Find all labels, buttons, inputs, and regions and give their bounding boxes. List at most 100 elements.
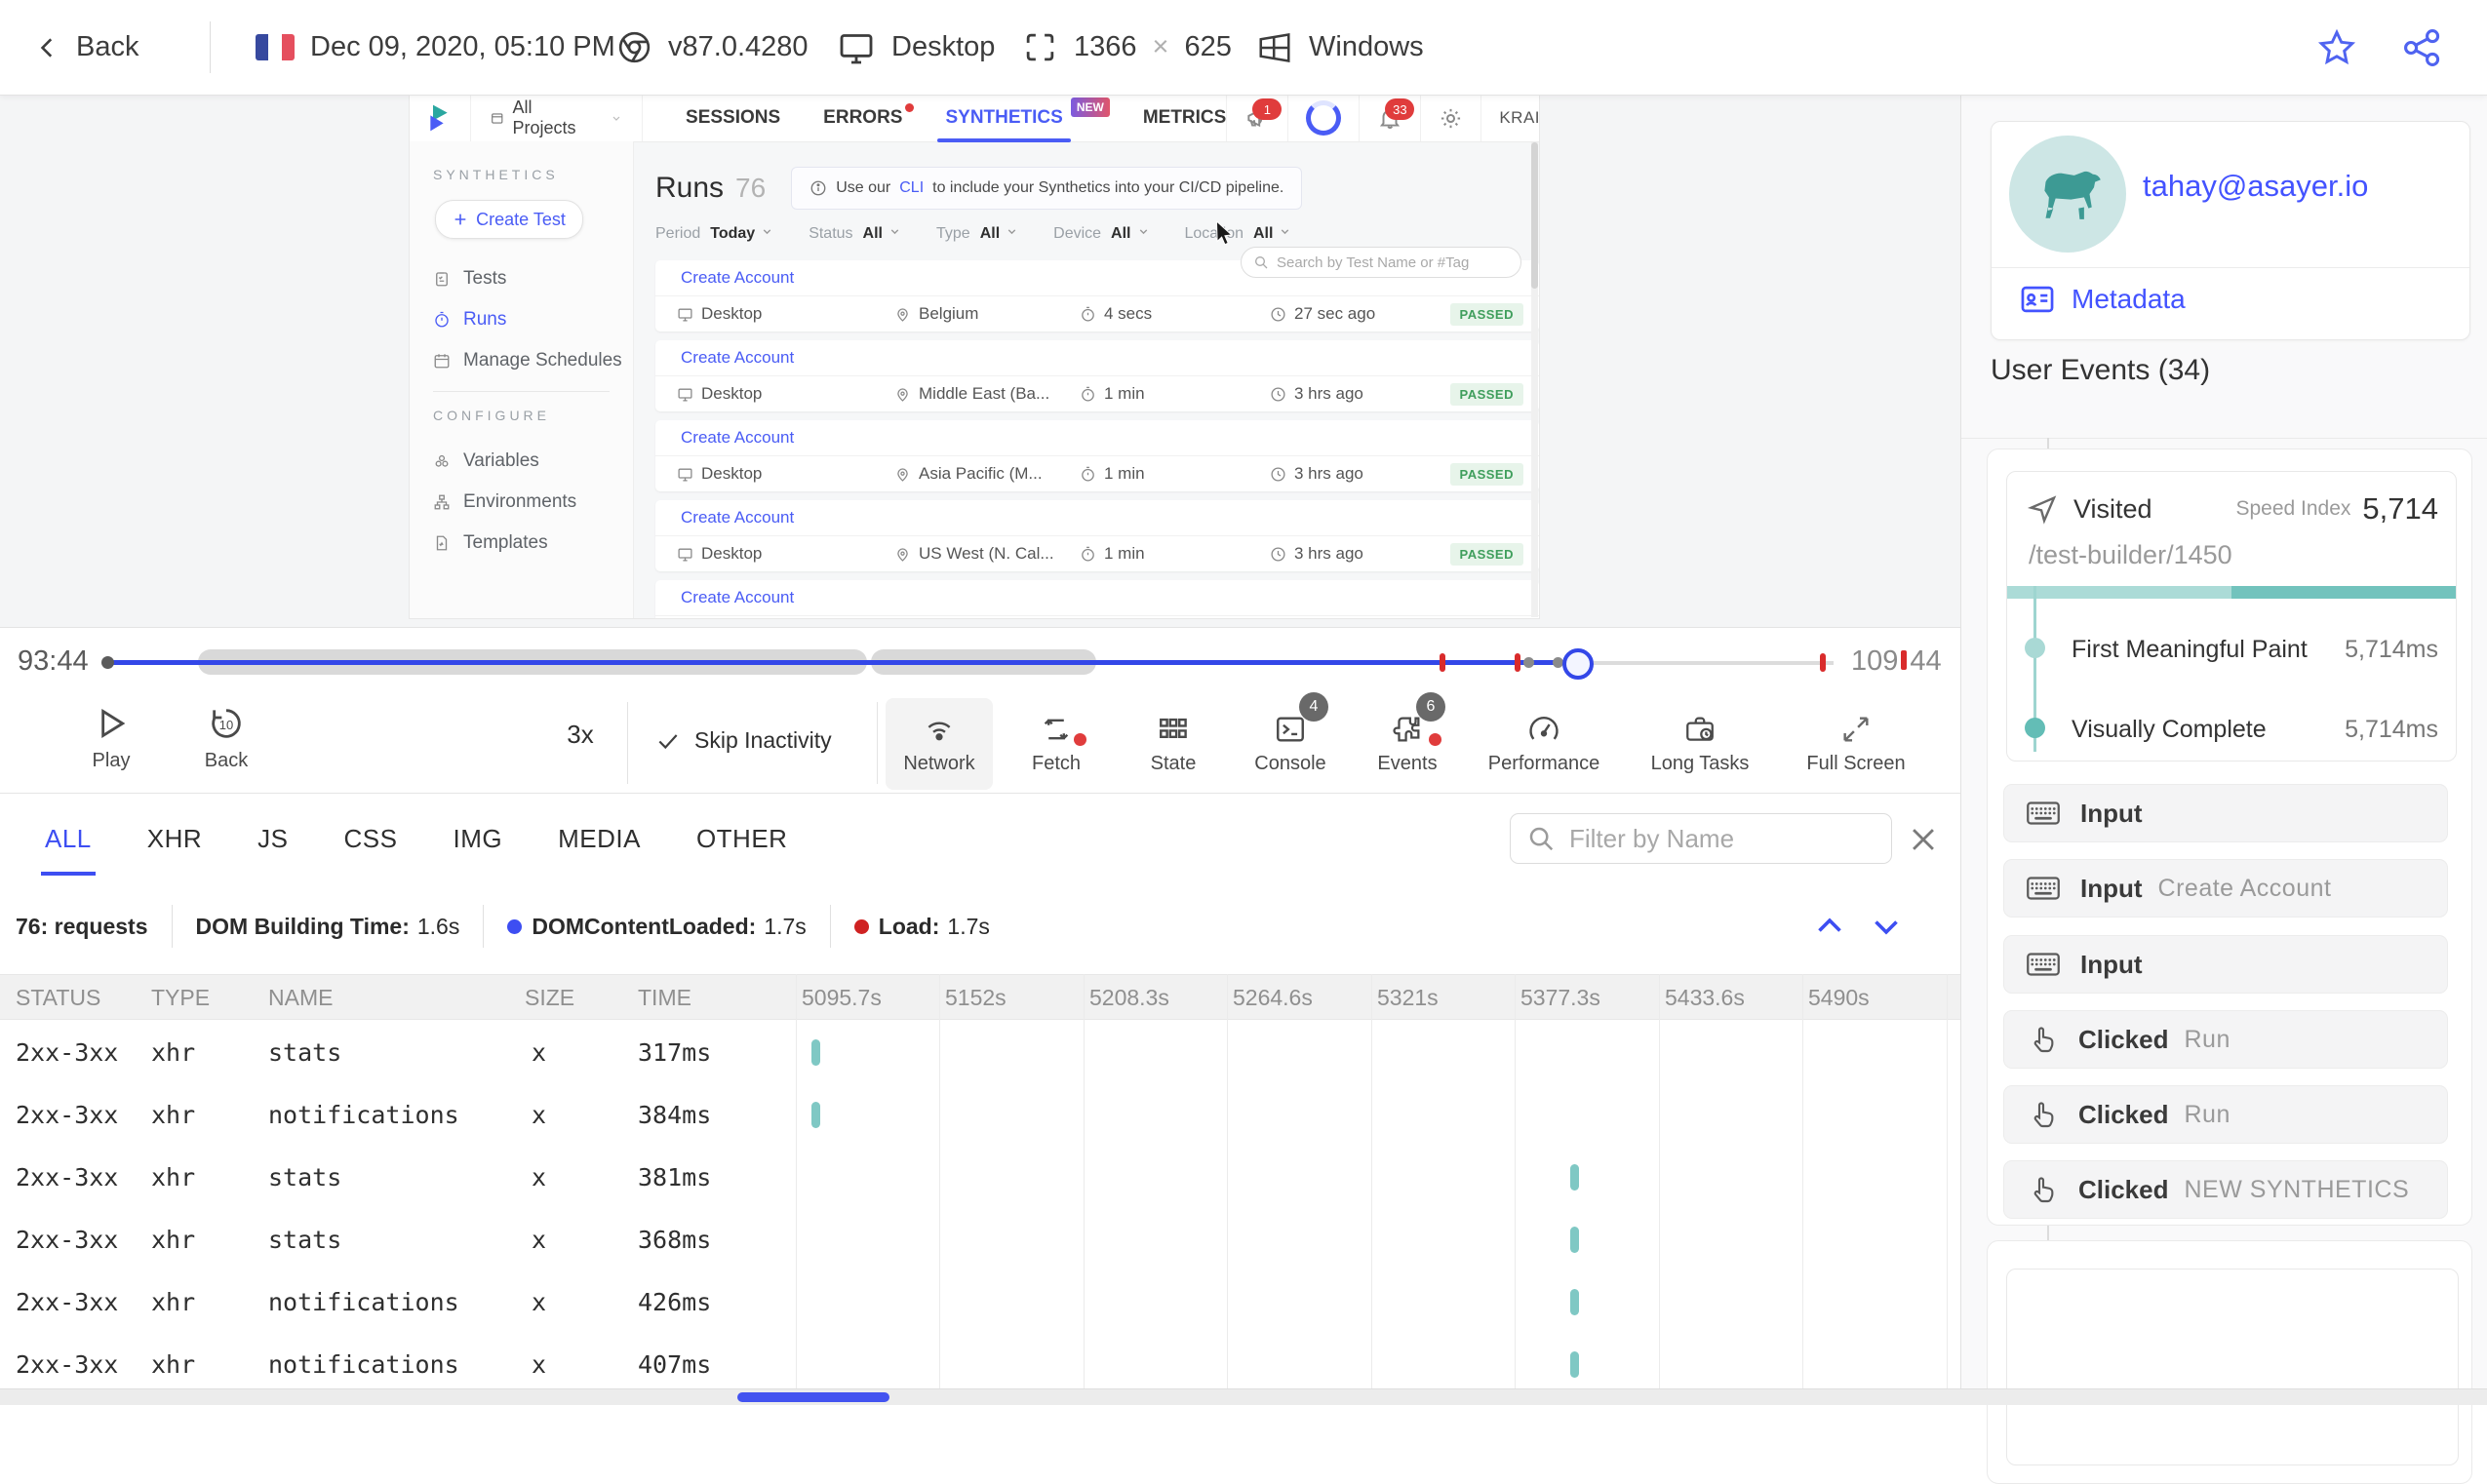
run-card[interactable]: Create Account Desktop Canada (Central) … — [655, 580, 1539, 618]
filter-status[interactable]: Status All — [809, 225, 901, 243]
run-title[interactable]: Create Account — [655, 580, 1539, 616]
avatar — [2009, 136, 2126, 253]
event-marker-red[interactable] — [1440, 653, 1445, 672]
share-button[interactable] — [2401, 0, 2444, 95]
back-button[interactable]: Back — [35, 0, 138, 95]
tab-all[interactable]: ALL — [41, 824, 96, 876]
tab-errors[interactable]: ERRORS — [823, 103, 915, 129]
performance-panel-button[interactable]: Performance — [1471, 698, 1617, 790]
network-panel-button[interactable]: Network — [886, 698, 993, 790]
player-timeline[interactable]: 93:44 109 44 — [0, 628, 1960, 696]
tab-js[interactable]: JS — [257, 824, 288, 854]
tab-img[interactable]: IMG — [453, 824, 502, 854]
favorite-button[interactable] — [2315, 0, 2358, 95]
settings-button[interactable] — [1420, 95, 1480, 141]
close-panel-button[interactable] — [1907, 823, 1940, 856]
tab-media[interactable]: MEDIA — [558, 824, 641, 854]
visited-event-card[interactable]: Visited Speed Index 5,714 /test-builder/… — [2006, 471, 2457, 762]
sidebar-item-tests[interactable]: Tests — [433, 258, 633, 299]
run-card[interactable]: Create Account Desktop Middle East (Ba..… — [655, 340, 1539, 411]
console-panel-button[interactable]: Console 4 — [1237, 692, 1344, 790]
tab-css[interactable]: CSS — [344, 824, 398, 854]
announcements-button[interactable]: 1 — [1226, 95, 1287, 141]
play-button[interactable]: Play — [72, 704, 150, 772]
event-item-input[interactable]: Input — [2003, 935, 2448, 994]
event-marker-gray[interactable] — [1523, 657, 1534, 668]
filter-by-name-field[interactable] — [1510, 813, 1892, 864]
horizontal-scrollbar[interactable] — [0, 1388, 2487, 1405]
skip-inactivity-toggle[interactable]: Skip Inactivity — [655, 727, 832, 754]
runs-title: Runs — [655, 172, 725, 204]
event-item-clicked[interactable]: Clicked NEW SYNTHETICS — [2003, 1160, 2448, 1219]
filter-period[interactable]: Period Today — [655, 225, 773, 243]
run-location: US West (N. Cal... — [919, 544, 1054, 563]
network-row[interactable]: 2xx-3xx xhr stats x 317ms — [0, 1021, 1960, 1083]
cli-link[interactable]: CLI — [899, 179, 924, 197]
sidebar-item-runs[interactable]: Runs — [433, 299, 633, 340]
event-marker-red[interactable] — [1820, 653, 1826, 672]
fullscreen-button[interactable]: Full Screen — [1783, 698, 1929, 790]
create-test-button[interactable]: Create Test — [435, 200, 583, 239]
user-menu[interactable]: KRAIEM — [1480, 95, 1539, 141]
waterfall-mark — [811, 1039, 820, 1066]
metadata-button[interactable]: Metadata — [2019, 281, 2186, 318]
jump-prev-button[interactable] — [1812, 909, 1847, 944]
col-t0: 5095.7s — [802, 985, 882, 1010]
filter-device[interactable]: Device All — [1053, 225, 1149, 243]
network-row[interactable]: 2xx-3xx xhr stats x 381ms — [0, 1146, 1960, 1208]
timeline-remaining[interactable] — [1577, 661, 1834, 665]
event-item-input[interactable]: Input — [2003, 784, 2448, 842]
pointer-hand-icon — [2033, 1027, 2054, 1053]
run-card[interactable]: Create Account Desktop US West (N. Cal..… — [655, 500, 1539, 571]
run-title[interactable]: Create Account — [655, 500, 1539, 536]
network-row[interactable]: 2xx-3xx xhr notifications x 384ms — [0, 1083, 1960, 1146]
tab-sessions[interactable]: SESSIONS — [686, 107, 780, 129]
col-name[interactable]: NAME — [268, 975, 333, 1021]
run-card[interactable]: Create Account Desktop Asia Pacific (M..… — [655, 420, 1539, 491]
project-selector[interactable]: All Projects — [470, 95, 644, 141]
event-marker-red[interactable] — [1515, 653, 1520, 672]
sidebar-item-variables[interactable]: Variables — [433, 441, 633, 482]
test-search-input[interactable]: Search by Test Name or #Tag — [1241, 247, 1521, 278]
event-item-input[interactable]: Input Create Account — [2003, 859, 2448, 918]
col-t1: 5152s — [945, 985, 1007, 1010]
tab-metrics[interactable]: METRICS — [1143, 107, 1227, 129]
long-tasks-panel-button[interactable]: Long Tasks — [1627, 698, 1773, 790]
col-status[interactable]: STATUS — [16, 975, 100, 1021]
events-panel-button[interactable]: Events 6 — [1354, 692, 1461, 790]
app-scrollbar[interactable] — [1531, 142, 1538, 617]
network-row[interactable]: 2xx-3xx xhr stats x 368ms — [0, 1208, 1960, 1270]
tab-synthetics[interactable]: SYNTHETICS NEW — [937, 98, 1110, 142]
col-type[interactable]: TYPE — [151, 975, 210, 1021]
device-info: Desktop — [837, 0, 995, 95]
fetch-panel-button[interactable]: Fetch — [1003, 698, 1110, 790]
sidebar-item-templates[interactable]: Templates — [433, 523, 633, 564]
filter-type[interactable]: Type All — [936, 225, 1018, 243]
recorded-cursor-icon — [1213, 221, 1239, 251]
event-item-clicked[interactable]: Clicked Run — [2003, 1010, 2448, 1069]
run-device: Desktop — [701, 384, 763, 403]
scrollbar-thumb[interactable] — [737, 1392, 889, 1402]
tab-xhr[interactable]: XHR — [147, 824, 202, 854]
back-10s-button[interactable]: 10 Back — [187, 704, 265, 772]
col-size[interactable]: SIZE — [525, 975, 574, 1021]
user-email-link[interactable]: tahay@asayer.io — [2143, 169, 2368, 204]
jump-next-button[interactable] — [1869, 909, 1904, 944]
notifications-button[interactable]: 33 — [1359, 95, 1420, 141]
speed-toggle[interactable]: 3x — [546, 720, 614, 750]
playhead[interactable] — [1562, 648, 1594, 680]
run-title[interactable]: Create Account — [655, 340, 1539, 376]
timeline-progress[interactable] — [107, 660, 1577, 665]
event-item-clicked[interactable]: Clicked Run — [2003, 1085, 2448, 1144]
waterfall-mark — [811, 1102, 820, 1128]
sidebar-item-environments[interactable]: Environments — [433, 482, 633, 523]
network-row[interactable]: 2xx-3xx xhr notifications x 407ms — [0, 1333, 1960, 1395]
network-row[interactable]: 2xx-3xx xhr notifications x 426ms — [0, 1270, 1960, 1333]
tab-other[interactable]: OTHER — [696, 824, 788, 854]
filter-input[interactable] — [1567, 822, 1864, 855]
col-time[interactable]: TIME — [638, 975, 691, 1021]
run-title[interactable]: Create Account — [655, 420, 1539, 456]
sidebar-item-manage-schedules[interactable]: Manage Schedules — [433, 340, 633, 381]
run-location: Belgium — [919, 304, 979, 323]
state-panel-button[interactable]: State — [1120, 698, 1227, 790]
